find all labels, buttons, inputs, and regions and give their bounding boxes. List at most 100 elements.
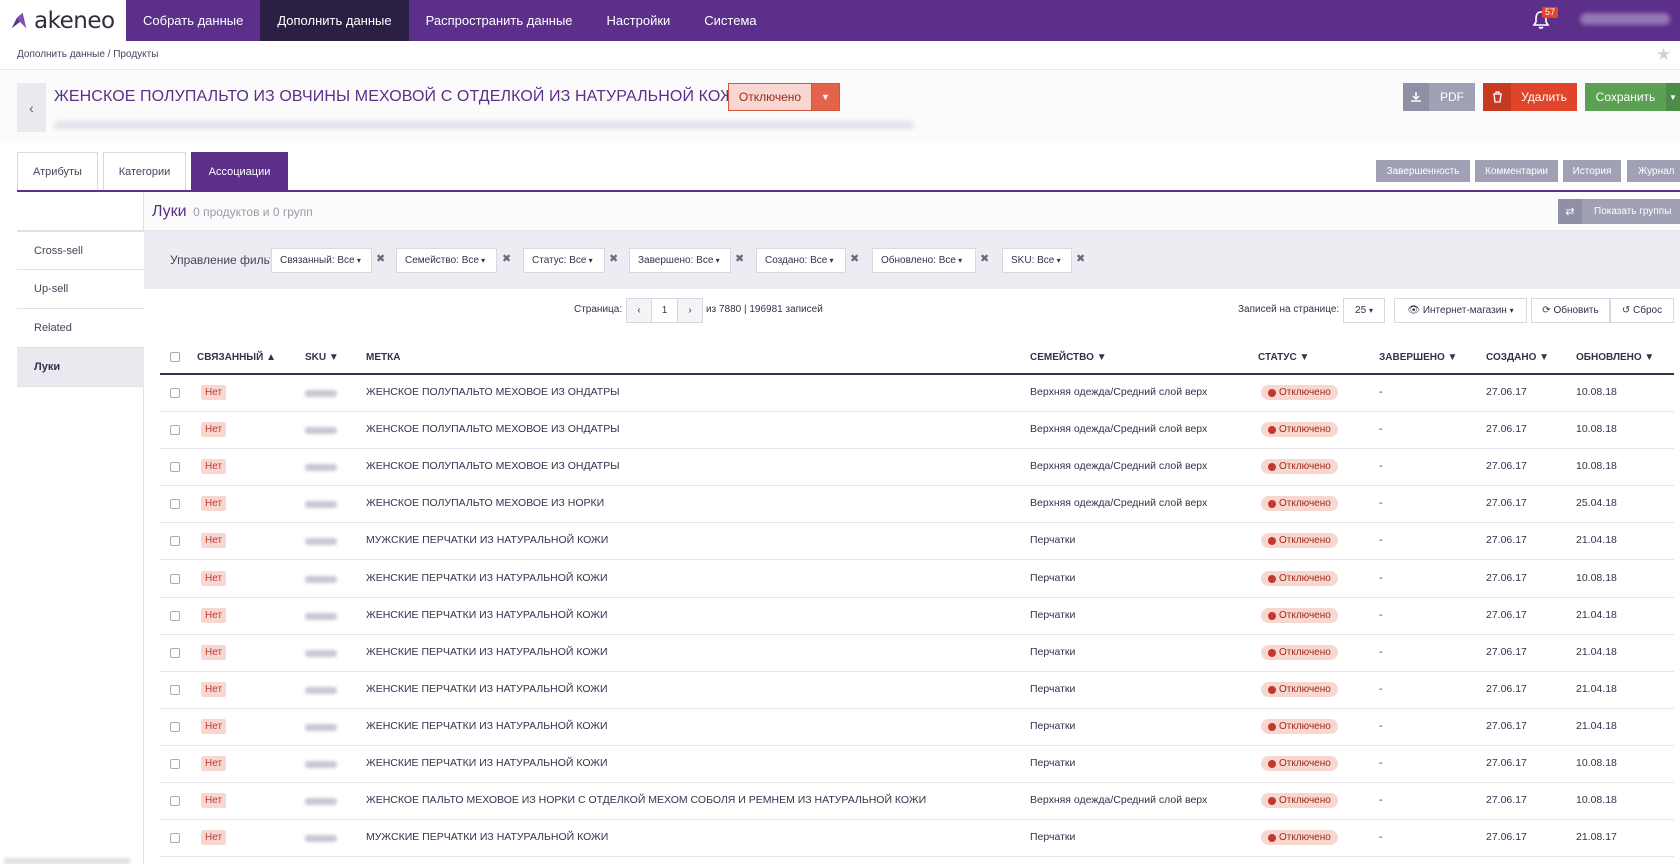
row-checkbox[interactable] — [170, 833, 180, 843]
notifications-button[interactable]: 57 — [1532, 7, 1559, 32]
label-cell[interactable]: ЖЕНСКИЕ ПЕРЧАТКИ ИЗ НАТУРАЛЬНОЙ КОЖИ — [366, 757, 608, 769]
column-created[interactable]: СОЗДАНО ▼ — [1486, 352, 1549, 363]
filter-created[interactable]: Создано: Все — [756, 248, 846, 273]
label-cell[interactable]: ЖЕНСКИЕ ПЕРЧАТКИ ИЗ НАТУРАЛЬНОЙ КОЖИ — [366, 683, 608, 695]
nav-spread[interactable]: Распространить данные — [409, 0, 590, 41]
close-icon[interactable]: ✖ — [1076, 252, 1085, 265]
table-row[interactable]: Нет ЖЕНСКИЕ ПЕРЧАТКИ ИЗ НАТУРАЛЬНОЙ КОЖИ П… — [160, 672, 1674, 709]
label-cell[interactable]: ЖЕНСКОЕ ПОЛУПАЛЬТО МЕХОВОЕ ИЗ ОНДАТРЫ — [366, 423, 620, 435]
table-row[interactable]: Нет ЖЕНСКИЕ ПЕРЧАТКИ ИЗ НАТУРАЛЬНОЙ КОЖИ П… — [160, 709, 1674, 746]
row-checkbox[interactable] — [170, 611, 180, 621]
status-dropdown[interactable]: Отключено ▼ — [728, 83, 840, 111]
filter-updated[interactable]: Обновлено: Все — [872, 248, 976, 273]
table-row[interactable]: Нет МУЖСКИЕ ПЕРЧАТКИ ИЗ НАТУРАЛЬНОЙ КОЖИ П… — [160, 523, 1674, 560]
prev-page-button[interactable]: ‹ — [626, 298, 652, 323]
sidebar-item-looks[interactable]: Луки — [17, 348, 144, 387]
log-button[interactable]: Журнал — [1627, 160, 1680, 182]
label-cell[interactable]: ЖЕНСКОЕ ПОЛУПАЛЬТО МЕХОВОЕ ИЗ ОНДАТРЫ — [366, 460, 620, 472]
row-checkbox[interactable] — [170, 462, 180, 472]
nav-system[interactable]: Система — [687, 0, 773, 41]
label-cell[interactable]: ЖЕНСКОЕ ПОЛУПАЛЬТО МЕХОВОЕ ИЗ ОНДАТРЫ — [366, 386, 620, 398]
nav-collect[interactable]: Собрать данные — [126, 0, 260, 41]
row-checkbox[interactable] — [170, 722, 180, 732]
tab-associations[interactable]: Ассоциации — [191, 152, 288, 190]
chevron-down-icon[interactable]: ▼ — [811, 84, 839, 110]
refresh-button[interactable]: ⟳ Обновить — [1531, 298, 1610, 323]
column-status[interactable]: СТАТУС ▼ — [1258, 352, 1309, 363]
user-menu[interactable] — [1580, 13, 1670, 25]
close-icon[interactable]: ✖ — [609, 252, 618, 265]
star-icon[interactable]: ★ — [1656, 45, 1671, 65]
table-row[interactable]: Нет ЖЕНСКИЕ ПЕРЧАТКИ ИЗ НАТУРАЛЬНОЙ КОЖИ П… — [160, 598, 1674, 635]
column-complete[interactable]: ЗАВЕРШЕНО ▼ — [1379, 352, 1457, 363]
table-row[interactable]: Нет МУЖСКИЕ ПЕРЧАТКИ ИЗ НАТУРАЛЬНОЙ КОЖИ П… — [160, 820, 1674, 857]
breadcrumb[interactable]: Дополнить данные / Продукты — [17, 49, 158, 60]
column-sku[interactable]: SKU ▼ — [305, 352, 339, 363]
tab-categories[interactable]: Категории — [103, 152, 186, 190]
nav-settings[interactable]: Настройки — [590, 0, 688, 41]
select-all-checkbox[interactable] — [170, 352, 180, 362]
pdf-button[interactable]: PDF — [1403, 83, 1475, 111]
row-checkbox[interactable] — [170, 648, 180, 658]
manage-filters-button[interactable]: Управление фильтрами — [170, 253, 270, 267]
close-icon[interactable]: ✖ — [980, 252, 989, 265]
comments-button[interactable]: Комментарии — [1475, 160, 1558, 182]
column-label[interactable]: МЕТКА — [366, 352, 400, 363]
label-cell[interactable]: ЖЕНСКИЕ ПЕРЧАТКИ ИЗ НАТУРАЛЬНОЙ КОЖИ — [366, 572, 608, 584]
save-button[interactable]: Сохранить ▼ — [1585, 83, 1680, 111]
filter-status[interactable]: Статус: Все — [523, 248, 605, 273]
close-icon[interactable]: ✖ — [850, 252, 859, 265]
row-checkbox[interactable] — [170, 685, 180, 695]
table-row[interactable]: Нет ЖЕНСКОЕ ПОЛУПАЛЬТО МЕХОВОЕ ИЗ ОНДАТРЫ… — [160, 375, 1674, 412]
table-row[interactable]: Нет ЖЕНСКИЕ ПЕРЧАТКИ ИЗ НАТУРАЛЬНОЙ КОЖИ П… — [160, 561, 1674, 598]
column-updated[interactable]: ОБНОВЛЕНО ▼ — [1576, 352, 1654, 363]
table-row[interactable]: Нет ЖЕНСКОЕ ПОЛУПАЛЬТО МЕХОВОЕ ИЗ НОРКИ Ве… — [160, 486, 1674, 523]
filter-linked[interactable]: Связанный: Все — [271, 248, 372, 273]
label-cell[interactable]: ЖЕНСКОЕ ПАЛЬТО МЕХОВОЕ ИЗ НОРКИ С ОТДЕЛК… — [366, 794, 926, 806]
history-button[interactable]: История — [1563, 160, 1621, 182]
close-icon[interactable]: ✖ — [735, 252, 744, 265]
table-row[interactable]: Нет ЖЕНСКОЕ ПОЛУПАЛЬТО МЕХОВОЕ ИЗ ОНДАТРЫ… — [160, 412, 1674, 449]
label-cell[interactable]: ЖЕНСКИЕ ПЕРЧАТКИ ИЗ НАТУРАЛЬНОЙ КОЖИ — [366, 609, 608, 621]
row-checkbox[interactable] — [170, 796, 180, 806]
next-page-button[interactable]: › — [677, 298, 703, 323]
completeness-button[interactable]: Завершенность — [1376, 160, 1470, 182]
back-button[interactable]: ‹ — [17, 83, 46, 132]
sidebar-item-up-sell[interactable]: Up-sell — [17, 270, 144, 309]
close-icon[interactable]: ✖ — [376, 252, 385, 265]
sidebar-item-cross-sell[interactable]: Cross-sell — [17, 231, 144, 270]
column-family[interactable]: СЕМЕЙСТВО ▼ — [1030, 352, 1107, 363]
per-page-value: 25 — [1355, 305, 1367, 316]
table-row[interactable]: Нет ЖЕНСКОЕ ПАЛЬТО МЕХОВОЕ ИЗ НОРКИ С ОТД… — [160, 783, 1674, 820]
table-row[interactable]: Нет ЖЕНСКИЕ ПЕРЧАТКИ ИЗ НАТУРАЛЬНОЙ КОЖИ П… — [160, 635, 1674, 672]
row-checkbox[interactable] — [170, 425, 180, 435]
table-row[interactable]: Нет ЖЕНСКИЕ ПЕРЧАТКИ ИЗ НАТУРАЛЬНОЙ КОЖИ П… — [160, 746, 1674, 783]
label-cell[interactable]: МУЖСКИЕ ПЕРЧАТКИ ИЗ НАТУРАЛЬНОЙ КОЖИ — [366, 831, 608, 843]
chevron-down-icon[interactable]: ▼ — [1666, 83, 1680, 111]
row-checkbox[interactable] — [170, 574, 180, 584]
delete-button[interactable]: Удалить — [1483, 83, 1577, 111]
row-checkbox[interactable] — [170, 499, 180, 509]
filter-family[interactable]: Семейство: Все — [396, 248, 497, 273]
filter-complete[interactable]: Завершено: Все — [629, 248, 731, 273]
column-linked[interactable]: СВЯЗАННЫЙ ▲ — [197, 352, 276, 363]
filter-sku[interactable]: SKU: Все — [1002, 248, 1072, 273]
table-row[interactable]: Нет ЖЕНСКОЕ ПОЛУПАЛЬТО МЕХОВОЕ ИЗ ОНДАТРЫ… — [160, 449, 1674, 486]
row-checkbox[interactable] — [170, 388, 180, 398]
close-icon[interactable]: ✖ — [502, 252, 511, 265]
row-checkbox[interactable] — [170, 759, 180, 769]
channel-select[interactable]: 👁 Интернет-магазин ▾ — [1394, 298, 1527, 323]
page-number-input[interactable]: 1 — [651, 298, 678, 323]
show-groups-button[interactable]: ⇄ Показать группы — [1558, 199, 1680, 224]
label-cell[interactable]: ЖЕНСКОЕ ПОЛУПАЛЬТО МЕХОВОЕ ИЗ НОРКИ — [366, 497, 604, 509]
logo[interactable]: akeneo — [0, 0, 126, 41]
label-cell[interactable]: ЖЕНСКИЕ ПЕРЧАТКИ ИЗ НАТУРАЛЬНОЙ КОЖИ — [366, 720, 608, 732]
label-cell[interactable]: МУЖСКИЕ ПЕРЧАТКИ ИЗ НАТУРАЛЬНОЙ КОЖИ — [366, 534, 608, 546]
nav-enrich[interactable]: Дополнить данные — [260, 0, 409, 41]
label-cell[interactable]: ЖЕНСКИЕ ПЕРЧАТКИ ИЗ НАТУРАЛЬНОЙ КОЖИ — [366, 646, 608, 658]
reset-button[interactable]: ↺ Сброс — [1610, 298, 1674, 323]
per-page-select[interactable]: 25 ▾ — [1343, 298, 1385, 323]
tab-attributes[interactable]: Атрибуты — [17, 152, 98, 190]
row-checkbox[interactable] — [170, 536, 180, 546]
sidebar-item-related[interactable]: Related — [17, 309, 144, 348]
